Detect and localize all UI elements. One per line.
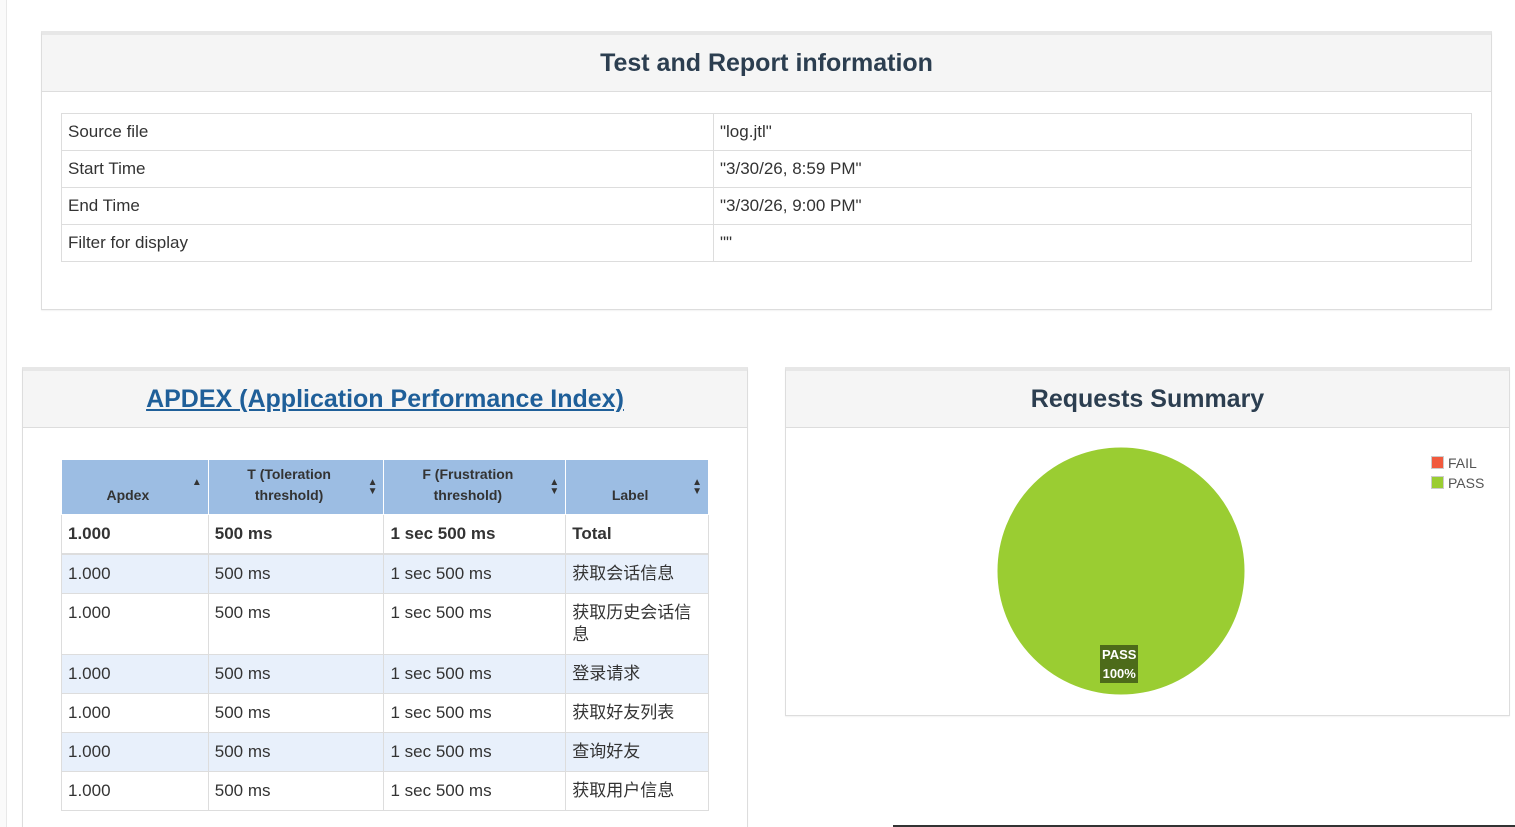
cell-apdex: 1.000 <box>61 593 209 655</box>
cell-f: 1 sec 500 ms <box>383 654 567 694</box>
col-header-label: Label <box>611 487 649 503</box>
cell-f: 1 sec 500 ms <box>383 593 567 655</box>
legend-item-fail[interactable]: FAIL <box>1431 453 1484 473</box>
pie-chart-area: PASS 100% FAIL PASS <box>786 428 1509 716</box>
info-table: Source file "log.jtl" Start Time "3/30/2… <box>61 113 1472 262</box>
apdex-table: Apdex ▲ T (Toleration threshold) ▲ ▼ F (F… <box>61 459 709 811</box>
col-header-label: F (Frustration <box>422 466 514 482</box>
cell-t: 500 ms <box>207 514 385 555</box>
cell-t: 500 ms <box>207 693 385 733</box>
info-key: Source file <box>61 113 714 151</box>
cell-apdex: 1.000 <box>61 771 209 811</box>
table-row: 1.000 500 ms 1 sec 500 ms 登录请求 <box>61 654 709 694</box>
summary-panel-title: Requests Summary <box>786 371 1509 428</box>
sort-both-icon: ▲ ▼ <box>549 477 560 497</box>
cell-label: Total <box>565 514 709 555</box>
table-row: 1.000 500 ms 1 sec 500 ms 查询好友 <box>61 732 709 772</box>
legend-label: FAIL <box>1448 455 1477 471</box>
cell-t: 500 ms <box>207 654 385 694</box>
pie-label-percent: 100% <box>1102 666 1136 681</box>
cell-label: 查询好友 <box>565 732 709 772</box>
cell-f: 1 sec 500 ms <box>383 553 567 594</box>
cell-f: 1 sec 500 ms <box>383 732 567 772</box>
info-row: Filter for display "" <box>61 224 1472 262</box>
test-report-info-panel: Test and Report information Source file … <box>41 31 1492 310</box>
chart-legend: FAIL PASS <box>1431 453 1484 493</box>
table-row: 1.000 500 ms 1 sec 500 ms 获取好友列表 <box>61 693 709 733</box>
table-row: 1.000 500 ms 1 sec 500 ms 获取历史会话信息 <box>61 593 709 655</box>
legend-label: PASS <box>1448 475 1485 491</box>
cell-t: 500 ms <box>207 593 385 655</box>
legend-swatch <box>1431 456 1444 469</box>
table-row: 1.000 500 ms 1 sec 500 ms 获取会话信息 <box>61 553 709 594</box>
col-header-label-col[interactable]: Label ▲ ▼ <box>565 459 709 515</box>
info-panel-title: Test and Report information <box>42 35 1491 92</box>
info-row: End Time "3/30/26, 9:00 PM" <box>61 187 1472 225</box>
col-header-toleration[interactable]: T (Toleration threshold) ▲ ▼ <box>207 459 385 515</box>
table-row: 1.000 500 ms 1 sec 500 ms 获取用户信息 <box>61 771 709 811</box>
col-header-label: Apdex <box>106 487 150 503</box>
cell-apdex: 1.000 <box>61 693 209 733</box>
legend-swatch <box>1431 476 1444 489</box>
apdex-panel: APDEX (Application Performance Index) Ap… <box>22 367 748 827</box>
cell-label: 获取好友列表 <box>565 693 709 733</box>
cell-f: 1 sec 500 ms <box>383 771 567 811</box>
sort-asc-icon: ▲ <box>191 477 202 488</box>
sort-both-icon: ▲ ▼ <box>367 477 378 497</box>
cell-apdex: 1.000 <box>61 514 209 555</box>
apdex-title-link[interactable]: APDEX (Application Performance Index) <box>146 385 624 413</box>
info-row: Source file "log.jtl" <box>61 113 1472 151</box>
apdex-panel-heading: APDEX (Application Performance Index) <box>23 371 747 428</box>
cell-apdex: 1.000 <box>61 654 209 694</box>
info-value: "3/30/26, 9:00 PM" <box>713 187 1472 225</box>
pie-label-name: PASS <box>1102 647 1137 662</box>
info-value: "" <box>713 224 1472 262</box>
apdex-total-row: 1.000 500 ms 1 sec 500 ms Total <box>61 514 709 555</box>
cell-label: 获取历史会话信息 <box>565 593 709 655</box>
cell-t: 500 ms <box>207 553 385 594</box>
pie-chart <box>996 446 1246 696</box>
sort-both-icon: ▲ ▼ <box>692 477 702 497</box>
cell-apdex: 1.000 <box>61 732 209 772</box>
info-key: End Time <box>61 187 714 225</box>
pie-slice-label: PASS 100% <box>1100 645 1139 683</box>
col-header-frustration[interactable]: F (Frustration threshold) ▲ ▼ <box>383 459 567 515</box>
col-header-label: T (Toleration <box>247 466 331 482</box>
left-edge <box>0 0 7 827</box>
cell-label: 登录请求 <box>565 654 709 694</box>
info-value: "log.jtl" <box>713 113 1472 151</box>
cell-t: 500 ms <box>207 771 385 811</box>
col-header-label: threshold) <box>254 487 324 503</box>
cell-f: 1 sec 500 ms <box>383 693 567 733</box>
info-row: Start Time "3/30/26, 8:59 PM" <box>61 150 1472 188</box>
cell-label: 获取用户信息 <box>565 771 709 811</box>
cell-apdex: 1.000 <box>61 553 209 594</box>
cell-label: 获取会话信息 <box>565 553 709 594</box>
apdex-header-row: Apdex ▲ T (Toleration threshold) ▲ ▼ F (F… <box>61 459 709 515</box>
col-header-label: threshold) <box>433 487 503 503</box>
requests-summary-panel: Requests Summary PASS 100% FAIL PASS <box>785 367 1510 716</box>
cell-t: 500 ms <box>207 732 385 772</box>
col-header-apdex[interactable]: Apdex ▲ <box>61 459 209 515</box>
info-key: Start Time <box>61 150 714 188</box>
dashboard-page: Test and Report information Source file … <box>0 0 1515 827</box>
cell-f: 1 sec 500 ms <box>383 514 567 555</box>
legend-item-pass[interactable]: PASS <box>1431 473 1484 493</box>
info-key: Filter for display <box>61 224 714 262</box>
info-value: "3/30/26, 8:59 PM" <box>713 150 1472 188</box>
